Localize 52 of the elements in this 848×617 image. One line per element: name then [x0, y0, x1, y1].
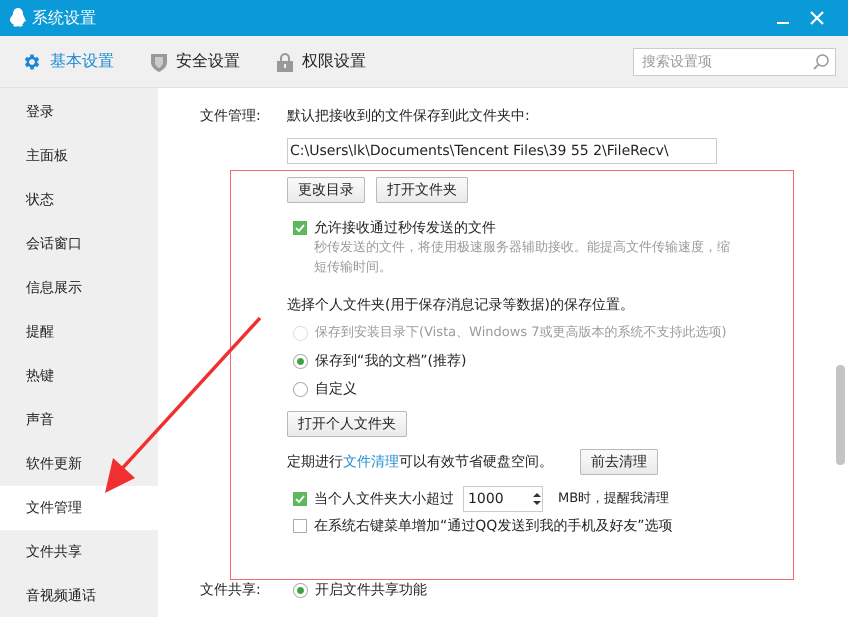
section-label: 文件共享: [200, 581, 262, 600]
unit-text: MB时，提醒我清理 [558, 490, 670, 508]
radio-button[interactable] [293, 382, 308, 396]
settings-tab[interactable]: 权限设置 [276, 47, 366, 76]
hint-text: 秒传发送的文件，将使用极速服务器辅助接收。能提高文件传输速度，缩短传输时间。 [314, 239, 731, 277]
sidebar-item[interactable]: 文件共享 [0, 530, 158, 574]
checkbox[interactable] [293, 492, 307, 506]
size-spinbox[interactable]: 1000 [463, 486, 543, 512]
sidebar-item[interactable]: 软件更新 [0, 442, 158, 486]
shield-icon [150, 52, 168, 72]
section-heading: 选择个人文件夹(用于保存消息记录等数据)的保存位置。 [287, 296, 634, 315]
radio-label: 开启文件共享功能 [315, 581, 427, 600]
sidebar-item[interactable]: 信息展示 [0, 266, 158, 310]
gear-icon [22, 52, 42, 72]
cleanup-text: 定期进行文件清理可以有效节省硬盘空间。 [287, 453, 553, 472]
sidebar-item[interactable]: 登录 [0, 90, 158, 134]
open-folder-button[interactable]: 打开个人文件夹 [287, 411, 407, 437]
search-field[interactable]: 搜索设置项 [633, 48, 836, 76]
radio-label: 保存到安装目录下(Vista、Windows 7或更高版本的系统不支持此选项) [315, 324, 727, 342]
radio-button[interactable] [293, 354, 308, 368]
spin-arrows-icon [532, 491, 542, 507]
sidebar-item[interactable]: 状态 [0, 178, 158, 222]
sidebar-item[interactable]: 提醒 [0, 310, 158, 354]
checkbox-label: 在系统右键菜单增加“通过QQ发送到我的手机及好友”选项 [314, 517, 673, 536]
sidebar-item[interactable]: 声音 [0, 398, 158, 442]
folder-button[interactable]: 更改目录 [287, 177, 365, 203]
radio-button[interactable] [293, 582, 308, 598]
cleanup-link[interactable]: 文件清理 [343, 454, 399, 470]
folder-button[interactable]: 打开文件夹 [376, 177, 468, 203]
sidebar-item[interactable]: 会话窗口 [0, 222, 158, 266]
sidebar-item[interactable]: 主面板 [0, 134, 158, 178]
section-label: 文件管理: [200, 107, 262, 126]
intro-text: 默认把接收到的文件保存到此文件夹中: [287, 107, 530, 126]
minimize-icon [777, 22, 789, 24]
checkbox-label: 允许接收通过秒传发送的文件 [314, 219, 496, 238]
sidebar-item[interactable]: 文件管理 [0, 486, 158, 530]
sidebar-item[interactable]: 音视频通话 [0, 574, 158, 617]
checkbox[interactable] [293, 221, 307, 235]
radio-label: 自定义 [315, 380, 357, 399]
penguin-logo-icon [10, 8, 26, 28]
checkbox[interactable] [293, 519, 307, 533]
close-icon [810, 11, 824, 25]
scrollbar-thumb[interactable] [836, 365, 845, 465]
path-field[interactable]: C:\Users\lk\Documents\Tencent Files\39 55 2\FileRecv\ [287, 138, 717, 164]
radio-label: 保存到“我的文档”(推荐) [315, 352, 466, 371]
lock-icon [276, 52, 294, 72]
window-title: 系统设置 [32, 8, 97, 28]
cleanup-button[interactable]: 前去清理 [580, 449, 658, 475]
settings-tab[interactable]: 安全设置 [150, 47, 240, 76]
checkbox-label: 当个人文件夹大小超过 [314, 490, 454, 509]
search-icon [812, 52, 830, 70]
sidebar-item[interactable]: 热键 [0, 354, 158, 398]
